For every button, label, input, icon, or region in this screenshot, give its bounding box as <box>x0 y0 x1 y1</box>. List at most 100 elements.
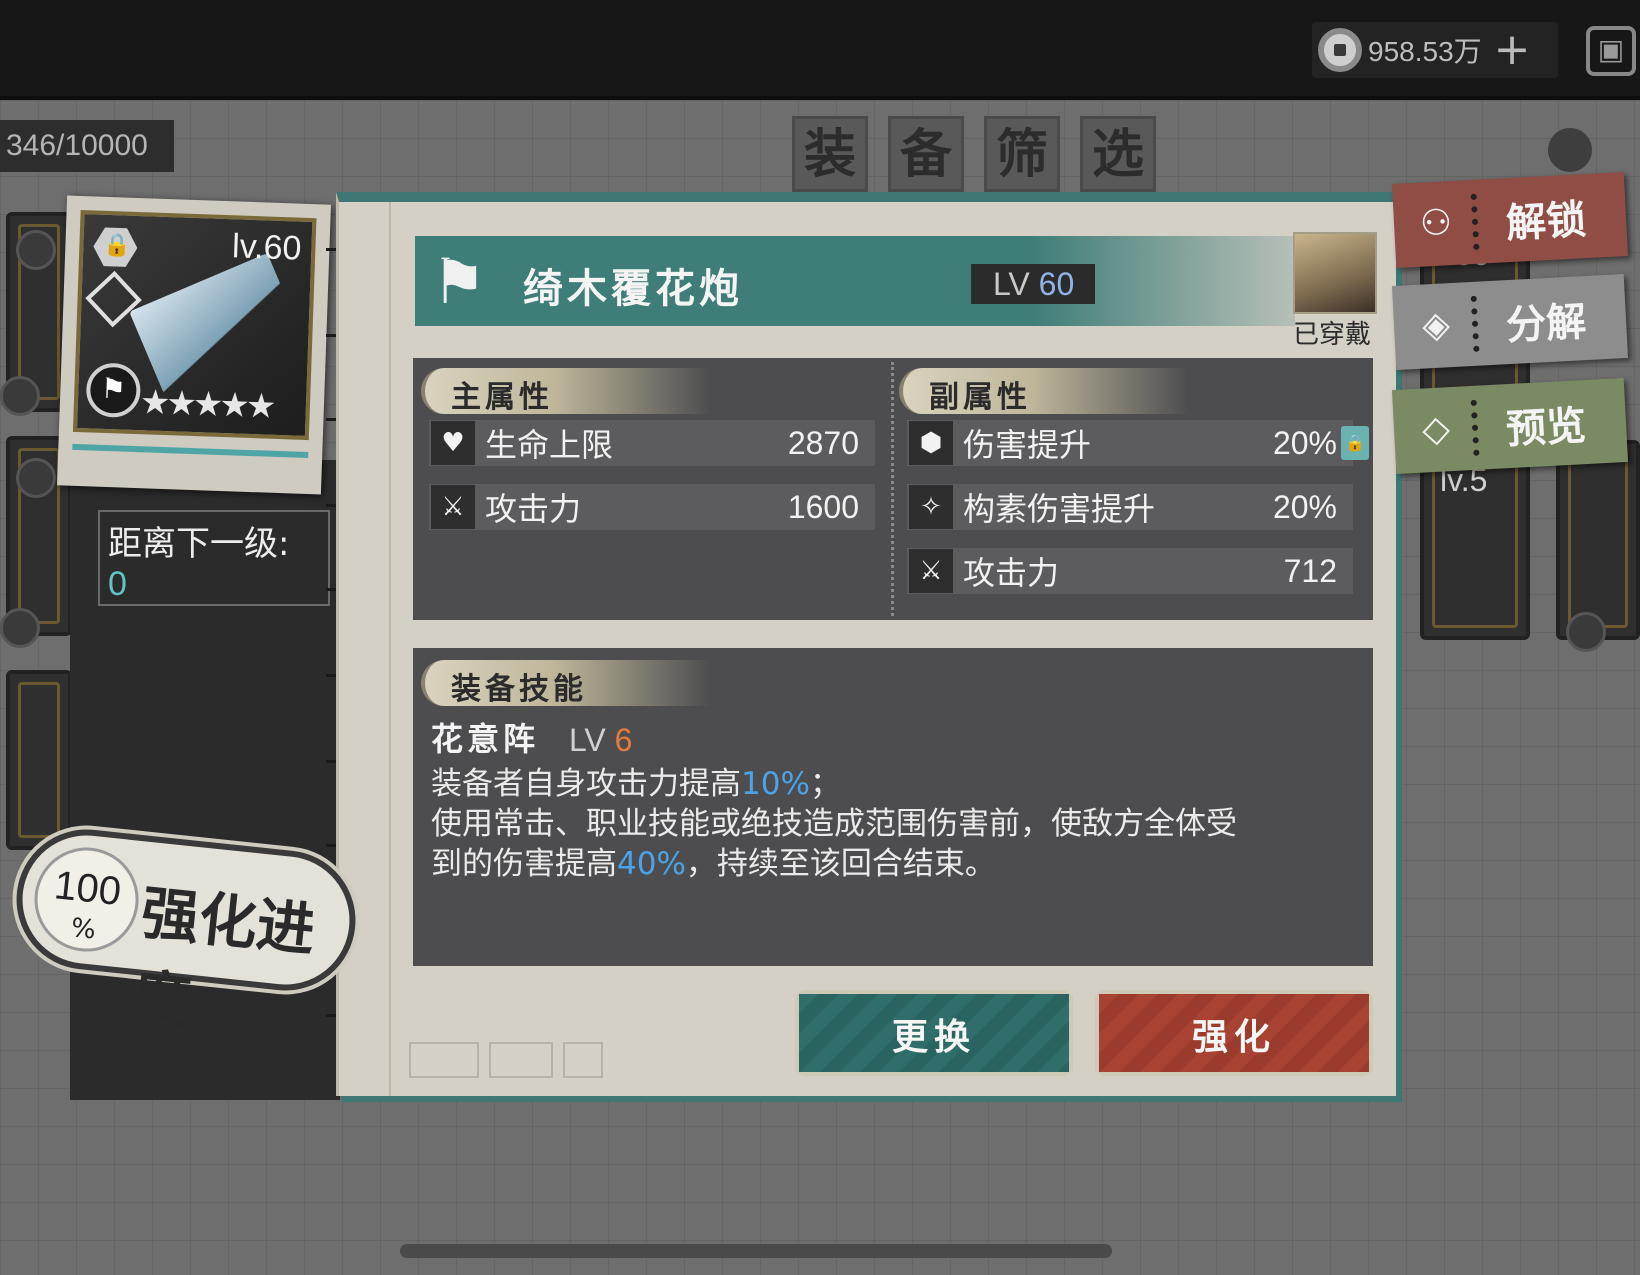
attribute-value: 20% <box>1272 424 1337 461</box>
skill-desc-text: 到的伤害提高 <box>431 846 617 882</box>
heart-icon: ♥ <box>431 421 475 465</box>
item-title-banner: ⚑ 绮木覆花炮 LV 60 <box>415 236 1295 326</box>
background-class-icon <box>0 376 40 416</box>
item-name: 绮木覆花炮 <box>523 265 743 312</box>
enhance-button[interactable]: 强化 <box>1095 990 1373 1076</box>
preview-label: 预览 <box>1505 403 1588 454</box>
main-attributes-title: 主属性 <box>451 380 553 415</box>
skill-desc-line: 使用常击、职业技能或绝技造成范围伤害前，使敌方全体受 <box>431 806 1237 842</box>
skill-desc-text: 装备者自身攻击力提高 <box>431 766 741 802</box>
skill-description: 装备者自身攻击力提高10%； 使用常击、职业技能或绝技造成范围伤害前，使敌方全体… <box>431 764 1351 884</box>
filter-title-char: 备 <box>888 116 964 192</box>
decompose-button[interactable]: ◈ 分解 <box>1391 273 1629 371</box>
stamp-box <box>563 1042 603 1078</box>
progress-circle: 100 % <box>29 842 144 957</box>
add-currency-button[interactable]: + <box>1494 28 1531 72</box>
inventory-count: 346/10000 <box>0 120 174 172</box>
sub-attribute-row: ✧ 构素伤害提升 20% <box>907 484 1353 530</box>
lock-icon[interactable]: 🔒 <box>1341 426 1369 460</box>
sub-attributes-title: 副属性 <box>929 380 1031 415</box>
separator-dots <box>1470 399 1480 456</box>
lock-icon <box>1548 128 1592 172</box>
equipped-label: 已穿戴 <box>1293 320 1372 350</box>
next-level-info: 距离下一级: 0 <box>98 510 330 606</box>
filter-title-char: 装 <box>792 116 868 192</box>
attribute-value: 20% <box>1272 488 1337 525</box>
attribute-name: 攻击力 <box>485 490 582 528</box>
skill-name: 花意阵 <box>431 720 540 758</box>
next-level-label: 距离下一级: <box>108 524 290 564</box>
element-damage-icon: ✧ <box>909 485 953 529</box>
filter-title-char: 选 <box>1080 116 1156 192</box>
equipment-detail-panel: ⚑ 绮木覆花炮 LV 60 已穿戴 主属性 ♥ 生命上限 2870 ⚔ 攻击力 … <box>336 192 1396 1096</box>
equipment-filter-title[interactable]: 装 备 筛 选 <box>792 116 1156 192</box>
attribute-name: 构素伤害提升 <box>963 490 1156 528</box>
weapon-image <box>129 253 303 395</box>
main-attribute-row: ♥ 生命上限 2870 <box>429 420 875 466</box>
progress-label: 强化进度 <box>129 878 319 1036</box>
equipment-card: lv.60 ⚑ ★★★★★ <box>57 195 331 495</box>
skill-level-value: 6 <box>614 722 633 758</box>
decorative-stamps <box>409 1022 789 1082</box>
crossed-swords-icon: ⚔ <box>909 549 953 593</box>
separator-dots <box>1470 193 1480 250</box>
horizontal-scrollbar[interactable] <box>400 1244 1112 1258</box>
background-equipment-card[interactable] <box>6 670 72 850</box>
background-class-icon <box>0 608 40 648</box>
skill-header: 装备技能 <box>421 660 711 707</box>
skill-desc-highlight: 40% <box>617 846 686 882</box>
item-level-value: 60 <box>1038 266 1075 302</box>
separator-dots <box>1470 295 1480 352</box>
sub-attributes-header: 副属性 <box>899 368 1189 415</box>
skill-desc-text: ，持续至该回合结束。 <box>685 846 996 882</box>
background-equipment-card[interactable] <box>1556 440 1640 640</box>
background-class-icon <box>16 230 56 270</box>
attributes-panel: 主属性 ♥ 生命上限 2870 ⚔ 攻击力 1600 副属性 ⬢ 伤害提升 20… <box>413 358 1373 620</box>
preview-button[interactable]: ◇ 预览 <box>1391 377 1629 475</box>
margin-line <box>389 202 391 1096</box>
skill-level-prefix: LV <box>569 722 615 758</box>
top-bar: 958.53万 + ▣ <box>0 0 1640 100</box>
skill-desc-highlight: 10% <box>741 766 810 802</box>
unlock-label: 解锁 <box>1505 197 1588 248</box>
sub-attribute-row: ⚔ 攻击力 712 <box>907 548 1353 594</box>
currency-value: 958.53万 <box>1368 36 1482 67</box>
skill-section-title: 装备技能 <box>451 672 587 707</box>
menu-icon[interactable]: ▣ <box>1586 26 1636 76</box>
preview-icon: ◇ <box>1421 408 1451 451</box>
sub-attribute-row: ⬢ 伤害提升 20% 🔒 <box>907 420 1369 466</box>
currency-display: 958.53万 + <box>1312 22 1558 78</box>
unlock-button[interactable]: ⚇ 解锁 <box>1391 171 1629 269</box>
card-level: lv.60 <box>231 227 303 268</box>
attribute-value: 1600 <box>787 488 859 525</box>
attribute-name: 伤害提升 <box>963 426 1092 464</box>
progress-value: 100 <box>52 863 124 914</box>
skill-desc-line: 装备者自身攻击力提高10%； <box>431 764 1351 804</box>
skill-desc-text: ； <box>809 766 841 802</box>
attribute-value: 2870 <box>787 424 859 461</box>
unlock-icon: ⚇ <box>1418 202 1454 245</box>
replace-button[interactable]: 更换 <box>795 990 1073 1076</box>
flag-icon: ⚑ <box>85 362 142 419</box>
background-class-icon <box>16 458 56 498</box>
equipped-character-avatar[interactable] <box>1293 232 1377 314</box>
equipment-skill-panel: 装备技能 花意阵 LV 6 装备者自身攻击力提高10%； 使用常击、职业技能或绝… <box>413 648 1373 966</box>
decompose-icon: ◈ <box>1421 304 1451 347</box>
item-level-prefix: LV <box>993 266 1039 302</box>
stamp-box <box>409 1042 479 1078</box>
main-attributes-header: 主属性 <box>421 368 711 415</box>
background-class-icon <box>1566 612 1606 652</box>
lock-icon[interactable] <box>93 224 139 270</box>
attribute-name: 生命上限 <box>485 426 614 464</box>
next-level-value: 0 <box>108 565 127 603</box>
decompose-label: 分解 <box>1505 299 1588 350</box>
main-attribute-row: ⚔ 攻击力 1600 <box>429 484 875 530</box>
skill-desc-line: 到的伤害提高40%，持续至该回合结束。 <box>431 844 1351 884</box>
card-exp-bar <box>72 443 309 459</box>
star-rating: ★★★★★ <box>139 382 273 427</box>
coin-icon <box>1318 28 1362 72</box>
attributes-divider <box>891 362 894 616</box>
attribute-name: 攻击力 <box>963 554 1060 592</box>
equipment-artwork: lv.60 ⚑ ★★★★★ <box>72 209 317 441</box>
crossed-swords-icon: ⚔ <box>431 485 475 529</box>
